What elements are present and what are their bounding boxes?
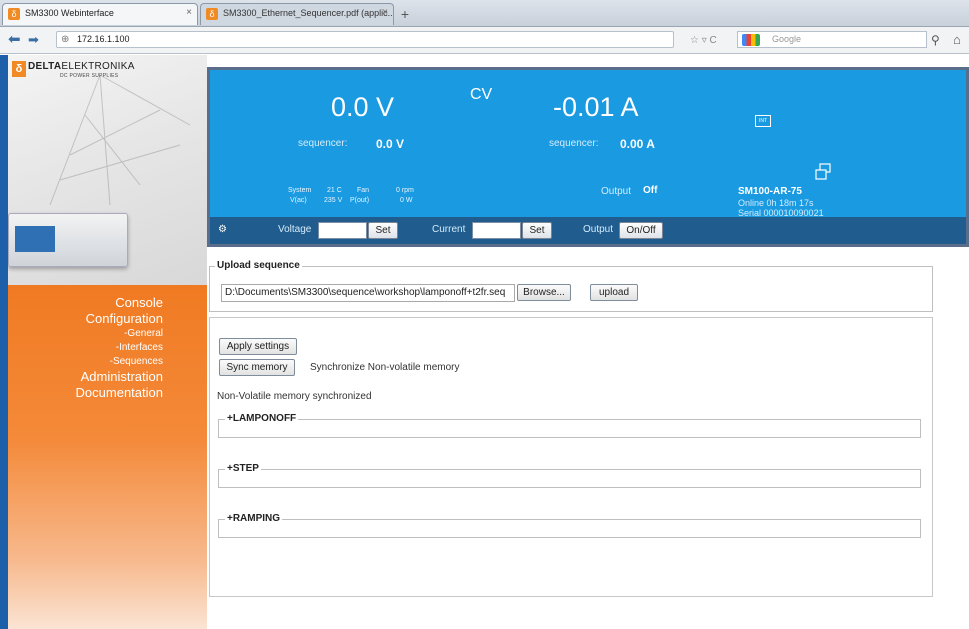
crane-graphic-icon xyxy=(49,74,191,206)
sequencer-current-label: sequencer: xyxy=(549,138,599,149)
control-bar: ⚙ Voltage Set Current Set Output On/Off xyxy=(210,217,966,244)
tab-label: SM3300_Ethernet_Sequencer.pdf (applic... xyxy=(223,8,394,18)
model-name: SM100-AR-75 xyxy=(738,186,802,197)
file-path-input[interactable]: D:\Documents\SM3300\sequence\workshop\la… xyxy=(221,284,515,302)
mode-indicator: CV xyxy=(470,86,493,103)
sequence-item-lamponoff[interactable] xyxy=(218,419,921,438)
url-text: 172.16.1.100 xyxy=(77,34,130,44)
sequencer-voltage-value: 0.0 V xyxy=(376,137,405,151)
back-arrow-icon[interactable]: ⬅ xyxy=(8,31,21,49)
bookmark-star-reload-icons[interactable]: ☆ ▿ C xyxy=(690,35,717,46)
output-status-label: Output xyxy=(601,186,632,197)
brand-bold: DELTA xyxy=(28,61,62,72)
left-navigation-panel: δ DELTAELEKTRONIKA DC POWER SUPPLIES Con… xyxy=(0,55,207,629)
tab-sm3300-webinterface[interactable]: δ SM3300 Webinterface × xyxy=(2,3,198,25)
menu-console[interactable]: Console xyxy=(8,295,163,311)
main-menu: Console Configuration -General -Interfac… xyxy=(8,295,207,401)
sequence-settings-area xyxy=(209,317,933,597)
sequence-item-ramping[interactable] xyxy=(218,519,921,538)
upload-sequence-legend: Upload sequence xyxy=(215,260,302,271)
browse-button[interactable]: Browse... xyxy=(517,284,571,301)
interface-int-icon: INT xyxy=(755,115,771,127)
pout-value: 0 W xyxy=(400,197,413,204)
pout-label: P(out) xyxy=(350,197,370,204)
sync-status-message: Non-Volatile memory synchronized xyxy=(217,391,372,402)
vac-label: V(ac) xyxy=(290,197,307,204)
sync-description: Synchronize Non-volatile memory xyxy=(310,362,460,373)
delta-favicon-icon: δ xyxy=(206,8,218,20)
sync-memory-button[interactable]: Sync memory xyxy=(219,359,295,376)
search-input[interactable]: Google xyxy=(737,31,927,48)
voltage-input[interactable] xyxy=(318,222,367,239)
network-icon xyxy=(815,163,831,180)
globe-icon: ⊕ xyxy=(61,34,70,45)
brand-subtitle: DC POWER SUPPLIES xyxy=(60,73,119,79)
delta-logo-icon: δ xyxy=(12,61,26,77)
apply-settings-button[interactable]: Apply settings xyxy=(219,338,297,355)
menu-general[interactable]: -General xyxy=(8,327,163,341)
current-input[interactable] xyxy=(472,222,521,239)
sequencer-voltage-label: sequencer: xyxy=(298,138,348,149)
status-panel: 0.0 V CV -0.01 A sequencer: 0.0 V sequen… xyxy=(207,67,969,247)
set-current-button[interactable]: Set xyxy=(522,222,552,239)
forward-arrow-icon[interactable]: ➡ xyxy=(28,31,39,49)
power-supply-image xyxy=(8,213,128,267)
menu-documentation[interactable]: Documentation xyxy=(8,385,163,401)
delta-favicon-icon: δ xyxy=(8,8,20,20)
brand-logo: DELTAELEKTRONIKA xyxy=(28,61,135,72)
browser-tab-bar: δ SM3300 Webinterface × δ SM3300_Etherne… xyxy=(0,0,969,27)
address-bar[interactable]: ⊕ 172.16.1.100 xyxy=(56,31,674,48)
sequencer-current-value: 0.00 A xyxy=(620,137,655,151)
new-tab-button[interactable]: + xyxy=(396,5,414,23)
menu-sequences[interactable]: -Sequences xyxy=(8,355,163,369)
fan-value: 0 rpm xyxy=(396,187,414,194)
browser-nav-bar: ⬅ ➡ ⊕ 172.16.1.100 ☆ ▿ C Google ⚲ ⌂ xyxy=(0,27,969,54)
left-blue-stripe xyxy=(0,55,8,629)
voltage-readout: 0.0 V xyxy=(331,92,395,122)
set-voltage-button[interactable]: Set xyxy=(368,222,398,239)
output-status-value: Off xyxy=(643,185,658,196)
brand-light: ELEKTRONIKA xyxy=(61,61,135,72)
search-icon[interactable]: ⚲ xyxy=(931,33,940,47)
close-tab-icon[interactable]: × xyxy=(186,7,192,18)
menu-interfaces[interactable]: -Interfaces xyxy=(8,341,163,355)
system-label: System xyxy=(288,187,312,194)
search-placeholder: Google xyxy=(772,34,802,44)
system-temp-value: 21 C xyxy=(327,187,342,194)
output-field-label: Output xyxy=(583,224,614,235)
home-icon[interactable]: ⌂ xyxy=(953,32,961,47)
online-time: Online 0h 18m 17s xyxy=(738,198,814,208)
vac-value: 235 V xyxy=(324,197,343,204)
sequence-item-label: +LAMPONOFF xyxy=(225,413,299,424)
tab-label: SM3300 Webinterface xyxy=(25,8,114,18)
menu-administration[interactable]: Administration xyxy=(8,369,163,385)
upload-button[interactable]: upload xyxy=(590,284,638,301)
sequence-item-label: +STEP xyxy=(225,463,261,474)
google-icon xyxy=(742,34,760,46)
output-onoff-button[interactable]: On/Off xyxy=(619,222,663,239)
fan-label: Fan xyxy=(357,187,370,194)
current-readout: -0.01 A xyxy=(553,92,639,122)
sequence-item-step[interactable] xyxy=(218,469,921,488)
voltage-field-label: Voltage xyxy=(278,224,312,235)
menu-configuration[interactable]: Configuration xyxy=(8,311,163,327)
close-tab-icon[interactable]: × xyxy=(382,7,388,18)
sequence-item-label: +RAMPING xyxy=(225,513,283,524)
current-field-label: Current xyxy=(432,224,466,235)
tab-sequencer-pdf[interactable]: δ SM3300_Ethernet_Sequencer.pdf (applic.… xyxy=(200,3,394,25)
settings-icon: ⚙ xyxy=(218,224,227,235)
